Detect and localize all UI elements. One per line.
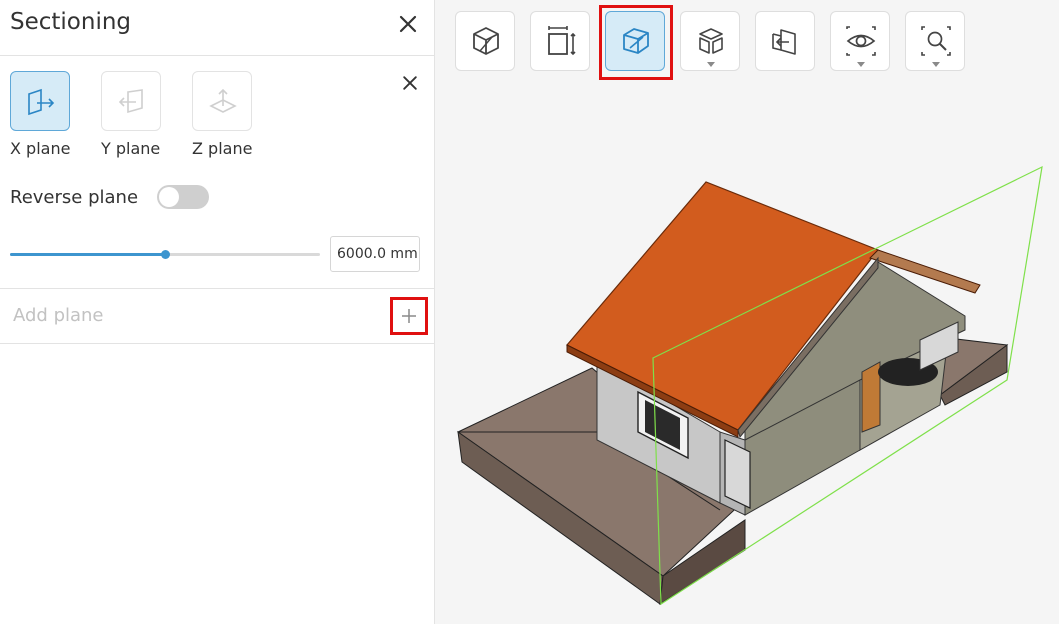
measure-button[interactable] (530, 11, 590, 71)
3d-viewport[interactable] (436, 80, 1059, 624)
remove-plane-icon[interactable] (400, 73, 420, 93)
divider (0, 343, 434, 344)
eye-icon (846, 26, 876, 56)
home-view-button[interactable] (455, 11, 515, 71)
explode-cube-icon (699, 28, 723, 54)
x-plane-label: X plane (10, 139, 71, 158)
divider (0, 288, 434, 289)
close-panel-icon[interactable] (396, 12, 420, 36)
z-plane-label: Z plane (192, 139, 253, 158)
zoom-icon (921, 26, 951, 56)
y-plane-label: Y plane (101, 139, 161, 158)
section-button-highlight (599, 5, 673, 80)
add-plane-button[interactable] (390, 297, 428, 335)
y-plane-button[interactable] (101, 71, 161, 131)
reverse-plane-label: Reverse plane (10, 187, 139, 208)
reverse-plane-toggle[interactable] (157, 185, 209, 209)
zoom-button[interactable] (905, 11, 965, 71)
z-plane-button[interactable] (192, 71, 252, 131)
x-plane-button[interactable] (10, 71, 70, 131)
explode-button[interactable] (680, 11, 740, 71)
chevron-down-icon (707, 62, 715, 67)
plane-cut-button[interactable] (755, 11, 815, 71)
cube-outline-icon (473, 27, 499, 55)
sectioning-panel: Sectioning X plane Y plane Z plane Rever… (0, 0, 435, 624)
x-plane-icon (28, 88, 55, 116)
y-plane-icon (118, 89, 143, 114)
section-position-slider[interactable] (10, 250, 320, 259)
panel-header: Sectioning (0, 0, 434, 56)
measure-icon (548, 26, 576, 56)
slider-thumb[interactable] (161, 250, 170, 259)
plane-cut-icon (772, 29, 796, 55)
slider-fill (10, 253, 165, 256)
toggle-knob (159, 187, 179, 207)
visibility-button[interactable] (830, 11, 890, 71)
z-plane-icon (209, 88, 237, 113)
section-value-input[interactable]: 6000.0 mm (330, 236, 420, 272)
chevron-down-icon (932, 62, 940, 67)
panel-title: Sectioning (10, 9, 132, 35)
add-plane-label: Add plane (13, 305, 104, 326)
chevron-down-icon (857, 62, 865, 67)
plus-icon (402, 309, 416, 323)
